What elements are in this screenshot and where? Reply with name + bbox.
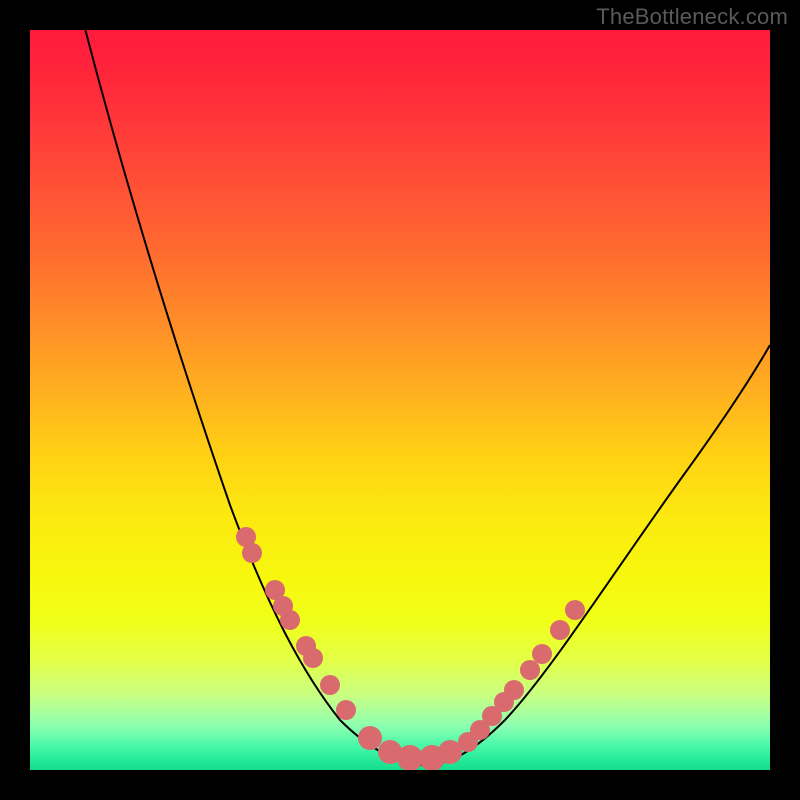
marker-dot	[565, 600, 585, 620]
marker-dot	[550, 620, 570, 640]
marker-dot	[504, 680, 524, 700]
marker-dot	[358, 726, 382, 750]
marker-dot	[242, 543, 262, 563]
watermark-text: TheBottleneck.com	[596, 4, 788, 30]
marker-dot	[336, 700, 356, 720]
marker-dot	[320, 675, 340, 695]
marker-dot	[520, 660, 540, 680]
curve-layer	[30, 30, 770, 770]
marker-dot	[303, 648, 323, 668]
bottleneck-curve	[70, 30, 770, 765]
marker-dot	[532, 644, 552, 664]
plot-area	[30, 30, 770, 770]
chart-stage: TheBottleneck.com	[0, 0, 800, 800]
marker-dot	[280, 610, 300, 630]
marker-group	[236, 527, 585, 770]
